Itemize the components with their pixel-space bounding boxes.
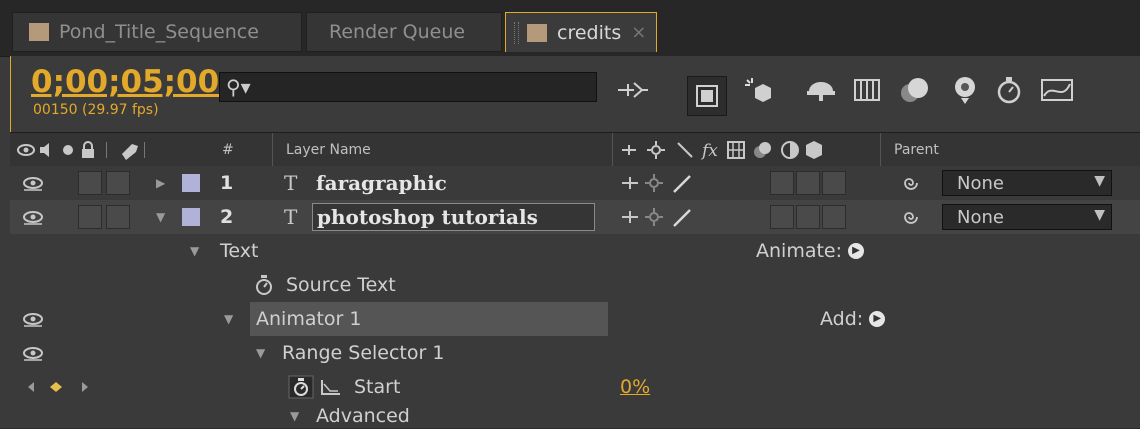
search-input[interactable]: ⚲▾	[219, 72, 597, 102]
tab-label: Render Queue	[329, 21, 466, 43]
live-update-icon[interactable]	[687, 76, 727, 116]
label-color-swatch[interactable]	[182, 166, 200, 200]
motion-blur-icon[interactable]	[895, 70, 935, 110]
layer-row-2[interactable]: ▼ 2 T photoshop tutorials None ▼	[10, 200, 1140, 235]
tab-label: credits	[557, 21, 622, 44]
visibility-eye-icon[interactable]	[22, 166, 44, 200]
switch-box[interactable]	[770, 200, 794, 234]
tab-bar: Pond_Title_Sequence Render Queue credits…	[0, 0, 1140, 57]
grip-icon[interactable]	[514, 21, 519, 44]
parent-header[interactable]: Parent	[894, 133, 939, 167]
animator-row[interactable]: ▼ Animator 1 Add: ▶	[10, 302, 1140, 337]
switches-header: fx	[620, 133, 870, 167]
layer-switches[interactable]	[620, 166, 700, 200]
parent-dropdown[interactable]: None ▼	[942, 170, 1112, 196]
layer-name-header[interactable]: Layer Name	[286, 133, 371, 167]
frame-rate-display: 00150 (29.97 fps)	[33, 102, 159, 118]
collapse-triangle-icon[interactable]: ▼	[256, 336, 265, 370]
expand-triangle-icon[interactable]: ▶	[156, 166, 165, 200]
advanced-label: Advanced	[316, 405, 410, 427]
add-label: Add:	[820, 308, 864, 330]
layer-name[interactable]: faragraphic	[316, 166, 447, 200]
add-menu[interactable]: Add: ▶	[820, 302, 886, 336]
switch-box[interactable]	[822, 200, 846, 234]
start-property-row[interactable]: Start 0%	[10, 370, 1140, 405]
switch-box[interactable]	[796, 166, 820, 200]
svg-text:fx: fx	[700, 141, 718, 161]
collapse-triangle-icon[interactable]: ▼	[190, 234, 199, 268]
switch-box[interactable]	[822, 166, 846, 200]
collapse-triangle-icon[interactable]: ▼	[290, 404, 299, 428]
layer-row-1[interactable]: ▶ 1 T faragraphic None ▼	[10, 166, 1140, 201]
play-arrow-icon[interactable]: ▶	[869, 311, 886, 327]
tab-render-queue[interactable]: Render Queue	[306, 12, 502, 52]
tab-pond-title-sequence[interactable]: Pond_Title_Sequence	[12, 12, 302, 52]
collapse-triangle-icon[interactable]: ▼	[156, 200, 165, 234]
search-icon: ⚲▾	[226, 75, 251, 99]
layer-name-editing[interactable]: photoshop tutorials	[312, 200, 595, 234]
tab-label: Pond_Title_Sequence	[59, 21, 259, 43]
visibility-eye-icon[interactable]	[22, 302, 44, 336]
parent-value: None	[957, 206, 1004, 228]
advanced-row[interactable]: ▼ Advanced	[10, 404, 1140, 429]
column-divider	[272, 133, 273, 167]
layer-number: 1	[220, 172, 234, 194]
column-divider	[880, 133, 881, 167]
graph-icon[interactable]	[320, 370, 342, 404]
pickwhip-icon[interactable]	[902, 166, 920, 200]
layer-number: 2	[220, 206, 234, 228]
chevron-down-icon: ▼	[1094, 207, 1105, 223]
lock-toggle[interactable]	[106, 200, 130, 234]
tab-color-swatch	[29, 23, 49, 41]
parent-value: None	[957, 172, 1004, 194]
parent-dropdown[interactable]: None ▼	[942, 204, 1112, 230]
keyframe-navigator[interactable]	[26, 370, 96, 404]
brainstorm-icon[interactable]	[945, 70, 985, 110]
play-arrow-icon[interactable]: ▶	[848, 243, 865, 259]
start-value[interactable]: 0%	[620, 370, 650, 404]
pickwhip-icon[interactable]	[902, 200, 920, 234]
column-divider	[612, 133, 613, 167]
graph-editor-icon[interactable]	[1037, 70, 1077, 110]
lock-toggle[interactable]	[106, 166, 130, 200]
chevron-down-icon: ▼	[1094, 173, 1105, 189]
draft-3d-icon[interactable]	[739, 70, 779, 110]
stopwatch-icon[interactable]	[254, 268, 274, 302]
tab-credits[interactable]: credits ×	[505, 12, 657, 52]
source-text-label: Source Text	[286, 274, 396, 296]
animate-menu[interactable]: Animate: ▶	[756, 234, 865, 268]
label-color-swatch[interactable]	[182, 200, 200, 234]
composition-panel: Pond_Title_Sequence Render Queue credits…	[0, 0, 1140, 429]
stopwatch-active-icon[interactable]	[288, 370, 314, 404]
close-icon[interactable]: ×	[631, 22, 646, 43]
source-text-property[interactable]: Source Text	[10, 268, 1140, 303]
text-layer-icon: T	[284, 205, 298, 229]
range-selector-row[interactable]: ▼ Range Selector 1	[10, 336, 1140, 371]
solo-toggle[interactable]	[78, 166, 102, 200]
frame-blending-icon[interactable]	[847, 70, 887, 110]
solo-toggle[interactable]	[78, 200, 102, 234]
text-layer-icon: T	[284, 171, 298, 195]
switch-box[interactable]	[796, 200, 820, 234]
layer-switches[interactable]	[620, 200, 700, 234]
text-property-group[interactable]: ▼ Text Animate: ▶	[10, 234, 1140, 269]
visibility-eye-icon[interactable]	[22, 200, 44, 234]
collapse-triangle-icon[interactable]: ▼	[224, 302, 233, 336]
animate-label: Animate:	[756, 240, 843, 262]
range-selector-label: Range Selector 1	[282, 342, 445, 364]
tab-color-swatch	[527, 23, 547, 42]
text-group-label: Text	[220, 240, 259, 262]
timeline-toolbar: 0;00;05;00 00150 (29.97 fps) ⚲▾	[10, 56, 1140, 132]
visibility-eye-icon[interactable]	[22, 336, 44, 370]
av-features-header	[16, 133, 156, 167]
start-label: Start	[354, 376, 401, 398]
hide-shy-layers-icon[interactable]	[801, 70, 841, 110]
current-time-display[interactable]: 0;00;05;00	[31, 64, 219, 100]
comp-mini-flowchart-icon[interactable]	[613, 70, 653, 110]
animator-name[interactable]: Animator 1	[250, 302, 608, 336]
layer-column-header: # Layer Name fx Parent	[10, 132, 1140, 168]
stopwatch-icon[interactable]	[989, 70, 1029, 110]
switch-box[interactable]	[770, 166, 794, 200]
layer-number-header: #	[222, 142, 234, 158]
